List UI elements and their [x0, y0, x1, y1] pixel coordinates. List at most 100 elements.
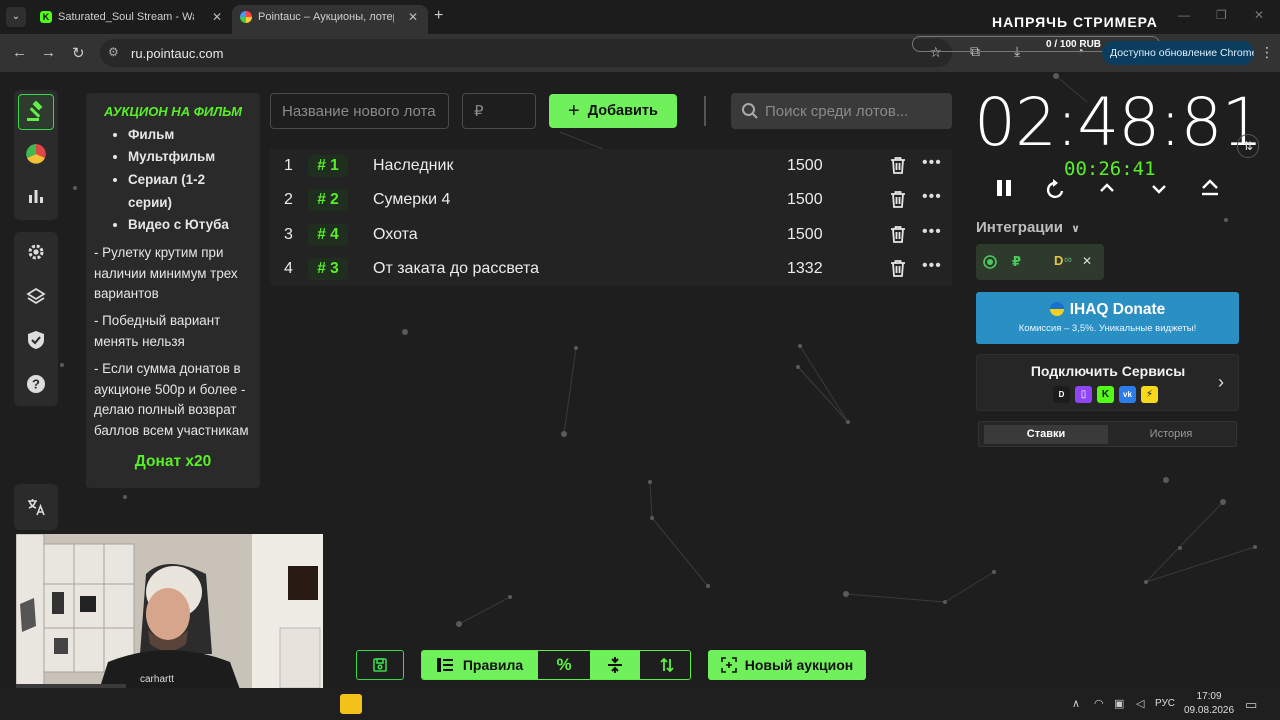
lot-row[interactable]: 4 # 3 От заката до рассвета 1332 ••• — [270, 252, 952, 286]
chrome-update-button[interactable]: Доступно обновление Chrome — [1102, 41, 1254, 65]
language-indicator[interactable]: РУС — [1155, 698, 1175, 709]
radio-on-icon[interactable] — [983, 255, 997, 269]
tab-search-menu[interactable]: ⌄ — [6, 7, 26, 27]
connect-services-card[interactable]: Подключить Сервисы D ▯ K vk ⚡ › — [976, 354, 1239, 411]
browser-tab-kick[interactable]: K Saturated_Soul Stream - Watch ✕ — [32, 5, 232, 34]
tab-title: Saturated_Soul Stream - Watch — [58, 11, 194, 23]
lot-search[interactable] — [731, 93, 952, 129]
screen-icon[interactable]: ▣ — [1114, 697, 1124, 710]
new-auction-button[interactable]: Новый аукцион — [708, 650, 866, 680]
donationalerts-icon: D — [1053, 386, 1070, 403]
split-button[interactable] — [590, 651, 640, 679]
add-lot-button[interactable]: + Добавить — [549, 94, 677, 128]
tab-history[interactable]: История — [1109, 425, 1233, 444]
layers-icon — [26, 287, 46, 305]
plus-icon: + — [568, 100, 580, 122]
more-options-icon[interactable]: ••• — [922, 154, 942, 172]
webcam-overlay: carhartt — [16, 534, 323, 706]
search-input[interactable] — [765, 93, 947, 129]
new-lot-price-input[interactable] — [462, 93, 536, 129]
sort-icon — [659, 657, 674, 673]
chevron-down-icon[interactable] — [1150, 178, 1168, 198]
window-close-icon[interactable]: ✕ — [1254, 8, 1264, 22]
lot-amount: 1332 — [787, 259, 823, 277]
rules-button-label: Правила — [462, 657, 524, 673]
delete-icon[interactable] — [890, 259, 906, 277]
minimize-icon[interactable]: — — [1178, 8, 1190, 22]
lot-index: 2 — [284, 191, 293, 209]
lot-index: 1 — [284, 157, 293, 174]
donatex-icon[interactable]: D — [1054, 253, 1063, 268]
lot-row[interactable]: 2 # 2 Сумерки 4 1500 ••• — [270, 183, 952, 217]
browser-menu-icon[interactable]: ⋮ — [1260, 44, 1274, 61]
new-tab-button[interactable]: + — [434, 7, 443, 25]
wheel-icon — [26, 144, 46, 164]
ihaq-donate-banner[interactable]: IHAQ Donate Комиссия – 3,5%. Уникальные … — [976, 292, 1239, 344]
sidebar-item-wheel[interactable] — [18, 136, 54, 172]
lot-row[interactable]: 1 # 1 Наследник 1500 ••• — [270, 149, 952, 183]
notifications-icon[interactable]: ▭ — [1245, 697, 1257, 713]
more-options-icon[interactable]: ••• — [922, 257, 942, 275]
close-icon[interactable]: ✕ — [212, 5, 222, 29]
lot-name: Сумерки 4 — [373, 191, 451, 209]
sidebar-item-stats[interactable] — [18, 178, 54, 214]
clock-time: 17:09 — [1196, 691, 1222, 702]
pause-icon[interactable] — [994, 178, 1014, 198]
restart-icon[interactable] — [1045, 178, 1067, 200]
url-text: ru.pointauc.com — [131, 46, 224, 61]
back-icon[interactable]: ← — [12, 44, 27, 61]
percent-button[interactable]: % — [539, 651, 589, 679]
network-icon[interactable]: ◠ — [1094, 697, 1104, 710]
rules-paragraph: - Если сумма донатов в аукционе 500р и б… — [94, 360, 249, 439]
integrations-toggle[interactable]: Интеграции ∨ — [976, 219, 1080, 236]
more-options-icon[interactable]: ••• — [922, 223, 942, 241]
tab-bets[interactable]: Ставки — [984, 425, 1108, 444]
sidebar-item-settings[interactable] — [18, 234, 54, 270]
forward-icon[interactable]: → — [41, 44, 56, 61]
webcam-image: carhartt — [16, 534, 323, 706]
double-chevron-up-icon[interactable] — [1200, 178, 1220, 198]
delete-icon[interactable] — [890, 156, 906, 174]
sidebar-translate — [14, 484, 58, 530]
tray-chevron-icon[interactable]: ∧ — [1072, 697, 1080, 710]
sidebar-item-help[interactable]: ? — [18, 366, 54, 402]
language-button[interactable] — [18, 489, 54, 525]
swap-timer-button[interactable]: ⇅ — [1237, 134, 1259, 158]
close-icon[interactable]: ✕ — [408, 5, 418, 29]
delete-icon[interactable] — [890, 225, 906, 243]
chevron-down-icon: ∨ — [1071, 223, 1081, 235]
bets-tabs: Ставки История — [978, 421, 1237, 447]
bar-chart-icon — [29, 190, 43, 203]
elapsed-timer: 00:26:41 — [1064, 158, 1156, 180]
rules-list-item: Сериал (1-2 серии) — [128, 169, 252, 214]
sidebar-main — [14, 90, 58, 220]
taskbar-app-icon[interactable] — [340, 694, 362, 714]
address-bar[interactable]: ⚙ ru.pointauc.com ☆ — [100, 39, 952, 67]
chevron-up-icon[interactable] — [1098, 178, 1116, 198]
taskbar-clock[interactable]: 17:09 09.08.2026 — [1184, 690, 1234, 718]
rules-paragraph: - Победный вариант менять нельзя — [94, 313, 221, 349]
tab-title: Pointauc – Аукционы, лотереи — [258, 11, 394, 23]
delete-icon[interactable] — [890, 190, 906, 209]
browser-tab-pointauc[interactable]: Pointauc – Аукционы, лотереи ✕ — [232, 5, 428, 34]
volume-icon[interactable]: ◁ — [1136, 697, 1144, 710]
auction-tools: Правила % — [421, 650, 691, 680]
lot-index: 3 — [284, 225, 293, 243]
vk-icon: vk — [1119, 386, 1136, 403]
rules-button[interactable]: Правила — [422, 651, 538, 679]
lots-list: 1 # 1 Наследник 1500 ••• 2 # 2 Сумерки 4… — [270, 149, 952, 287]
maximize-icon[interactable]: ❐ — [1216, 8, 1227, 22]
windows-taskbar: ∧ ◠ ▣ ◁ РУС 17:09 09.08.2026 ▭ — [0, 688, 1280, 720]
points-icon[interactable]: ₽ — [1012, 254, 1021, 270]
site-info-icon[interactable]: ⚙ — [108, 45, 119, 59]
reload-icon[interactable]: ↻ — [72, 44, 85, 62]
sort-button[interactable] — [641, 651, 690, 679]
more-options-icon[interactable]: ••• — [922, 188, 942, 206]
sidebar-item-auction[interactable] — [18, 94, 54, 130]
save-button[interactable] — [356, 650, 404, 680]
sidebar-item-security[interactable] — [18, 322, 54, 358]
lot-row[interactable]: 3 # 4 Охота 1500 ••• — [270, 218, 952, 252]
integrations-label: Интеграции — [976, 219, 1063, 236]
new-lot-name-input[interactable] — [270, 93, 449, 129]
sidebar-item-layers[interactable] — [18, 278, 54, 314]
